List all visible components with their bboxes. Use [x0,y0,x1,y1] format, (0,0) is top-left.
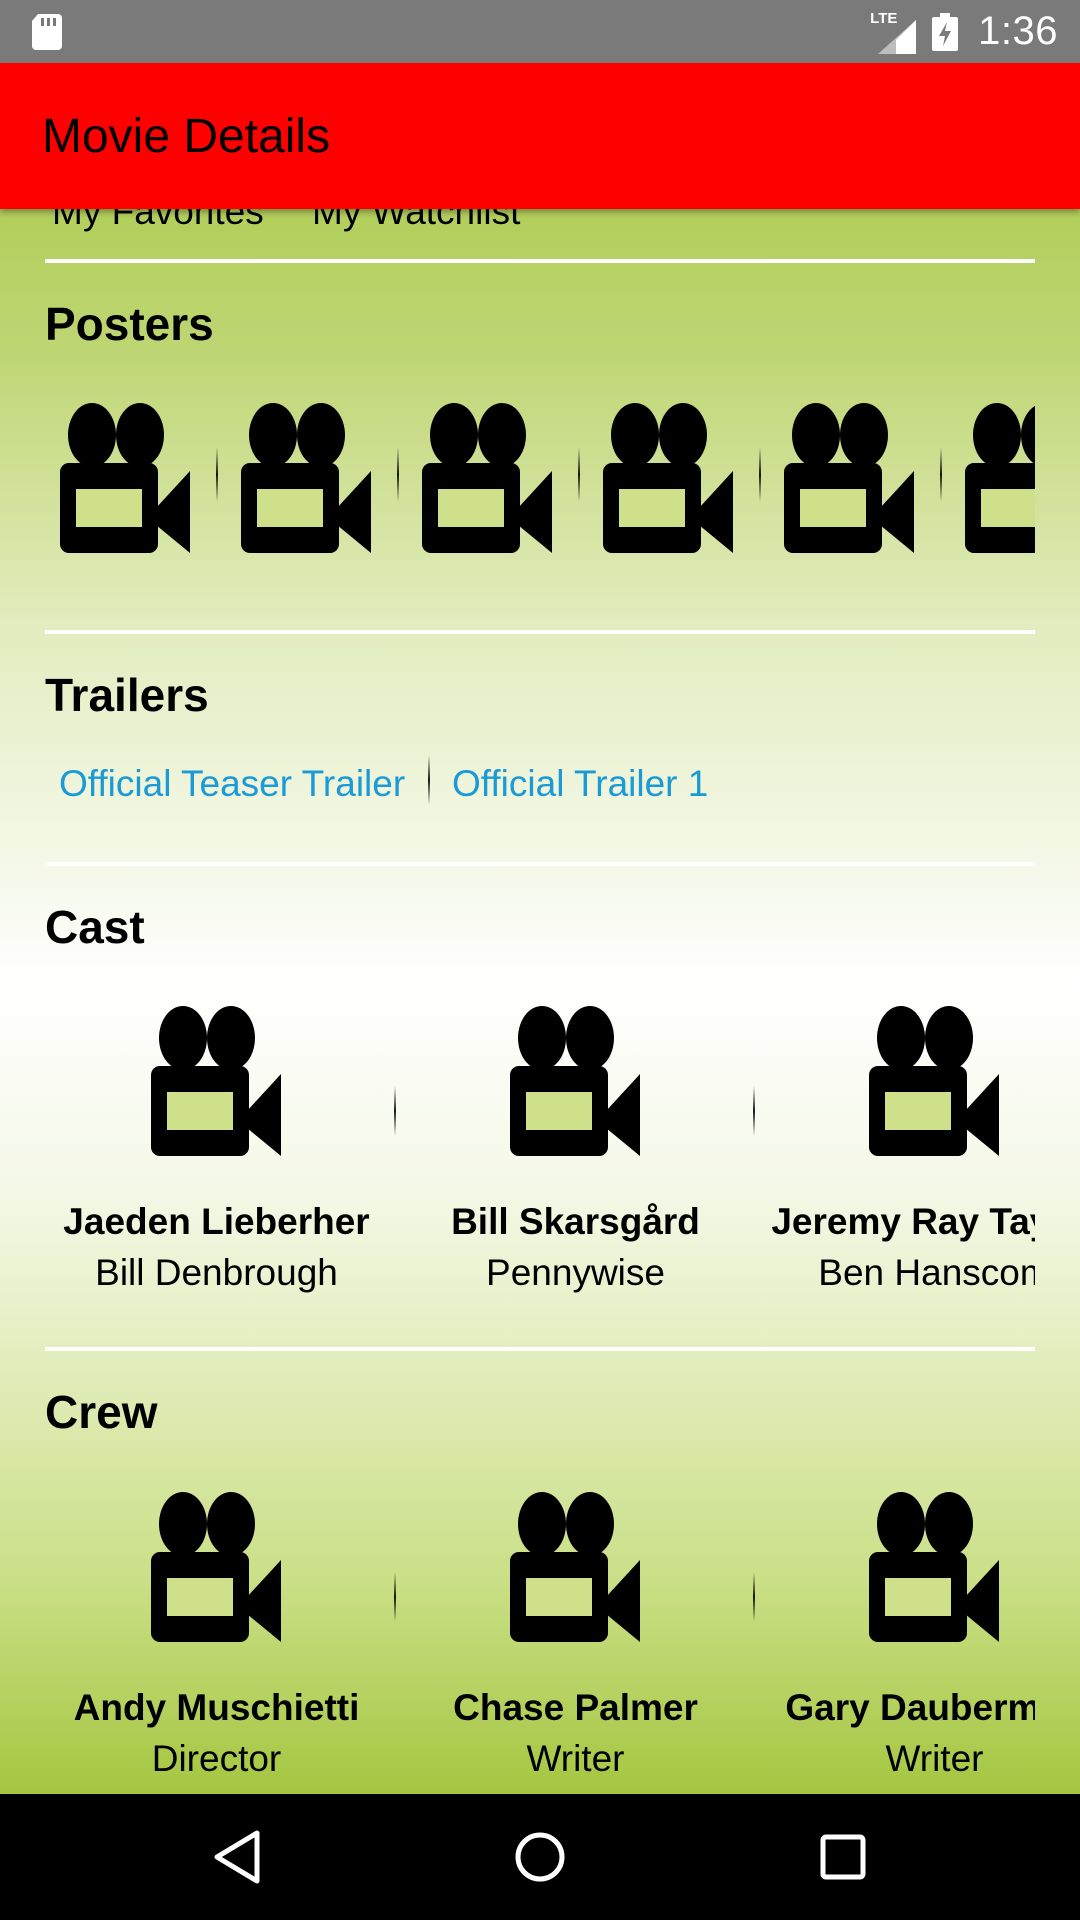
separator [940,447,942,502]
separator [428,755,430,805]
navigation-bar [0,1794,1080,1920]
video-camera-icon[interactable] [60,403,190,553]
cast-list[interactable]: Jaeden Lieberher Bill Denbrough Bill Ska… [45,1006,1035,1326]
battery-charging-icon [932,12,959,51]
sd-card-icon [32,14,62,50]
crew-name: Chase Palmer [453,1687,698,1728]
video-camera-icon [867,1006,1001,1156]
video-camera-icon[interactable] [422,403,552,553]
separator [394,1572,396,1622]
divider [45,259,1035,263]
separator [753,1572,755,1622]
trailer-link[interactable]: Official Trailer 1 [452,763,708,805]
back-icon[interactable] [207,1827,267,1887]
home-icon[interactable] [510,1827,570,1887]
crew-role: Director [151,1738,282,1779]
cast-name: Bill Skarsgård [451,1201,700,1242]
crew-name: Gary Dauberman [785,1687,1035,1728]
video-camera-icon[interactable] [241,403,371,553]
cast-card[interactable]: Bill Skarsgård Pennywise [404,1006,762,1326]
separator [216,447,218,502]
crew-card[interactable]: Gary Dauberman Writer [763,1492,1035,1794]
separator [753,1086,755,1136]
signal-icon: LTE [870,10,917,54]
crew-heading: Crew [45,1386,158,1438]
cast-name: Jeremy Ray Taylor [771,1201,1035,1242]
divider [45,1347,1035,1351]
video-camera-icon [508,1006,642,1156]
trailers-heading: Trailers [45,669,209,721]
trailer-link[interactable]: Official Teaser Trailer [59,763,405,805]
crew-role: Writer [526,1738,625,1779]
divider [45,630,1035,634]
video-camera-icon [867,1492,1001,1642]
divider [45,862,1035,866]
status-bar: LTE 1:36 [0,0,1080,63]
cast-role: Pennywise [486,1252,665,1293]
crew-role: Writer [885,1738,984,1779]
crew-card[interactable]: Andy Muschietti Director [45,1492,403,1794]
cast-card[interactable]: Jeremy Ray Taylor Ben Hanscom [763,1006,1035,1326]
crew-list[interactable]: Andy Muschietti Director Chase Palmer Wr… [45,1492,1035,1794]
clock: 1:36 [978,9,1058,53]
cast-heading: Cast [45,901,145,953]
video-camera-icon [508,1492,642,1642]
app-bar: Movie Details [0,63,1080,209]
cast-role: Bill Denbrough [95,1252,338,1293]
posters-heading: Posters [45,298,214,350]
video-camera-icon [149,1492,283,1642]
crew-name: Andy Muschietti [73,1687,360,1728]
page-title: Movie Details [42,110,331,163]
video-camera-icon[interactable] [784,403,914,553]
video-camera-icon[interactable] [965,403,1035,553]
separator [397,447,399,502]
cast-role: Ben Hanscom [818,1252,1035,1293]
cast-card[interactable]: Jaeden Lieberher Bill Denbrough [45,1006,403,1326]
posters-list[interactable] [45,403,1035,573]
cast-name: Jaeden Lieberher [63,1201,370,1242]
recents-icon[interactable] [813,1827,873,1887]
video-camera-icon [149,1006,283,1156]
separator [759,447,761,502]
separator [578,447,580,502]
movie-details-screen[interactable]: Movie Details My Favorites My Watchlist … [0,63,1080,1794]
crew-card[interactable]: Chase Palmer Writer [404,1492,762,1794]
video-camera-icon[interactable] [603,403,733,553]
separator [394,1086,396,1136]
